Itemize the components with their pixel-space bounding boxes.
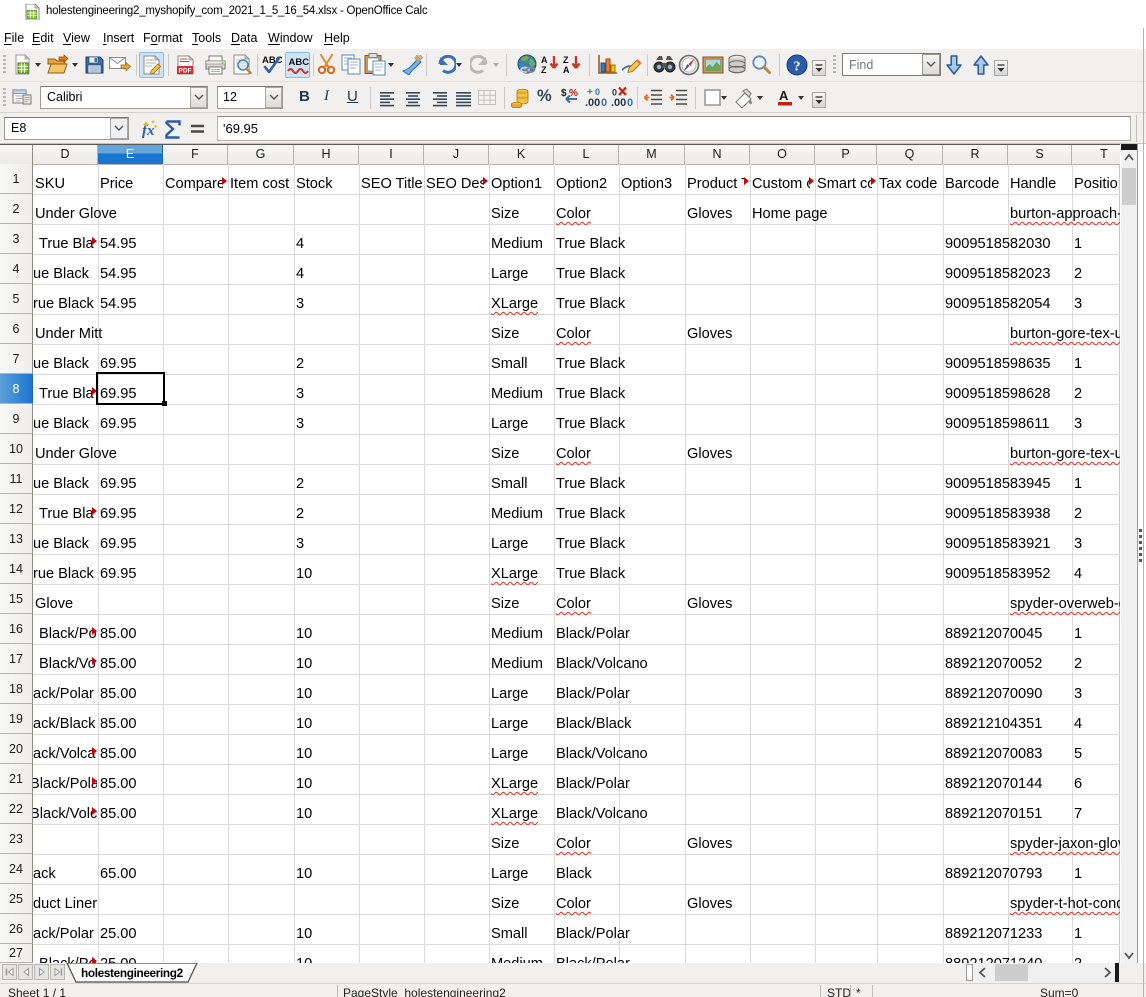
svg-text:fx: fx	[142, 123, 155, 139]
svg-text:?: ?	[794, 60, 801, 75]
svg-text:0: 0	[612, 88, 617, 98]
svg-text:.00: .00	[585, 97, 600, 109]
svg-text:A: A	[779, 88, 789, 103]
svg-text:0: 0	[595, 87, 600, 97]
svg-text:%: %	[569, 88, 578, 99]
svg-text:ABC: ABC	[262, 55, 283, 66]
svg-text:0: 0	[627, 97, 633, 109]
svg-text:0: 0	[601, 97, 607, 109]
svg-text:A: A	[563, 65, 570, 75]
svg-text:Z: Z	[541, 65, 547, 75]
svg-text:A: A	[541, 55, 548, 65]
svg-text:.00: .00	[611, 97, 626, 109]
svg-text:Z: Z	[563, 55, 569, 65]
svg-text:PDF: PDF	[179, 68, 192, 75]
svg-text:ABC: ABC	[289, 57, 310, 68]
svg-text:$: $	[561, 88, 567, 99]
